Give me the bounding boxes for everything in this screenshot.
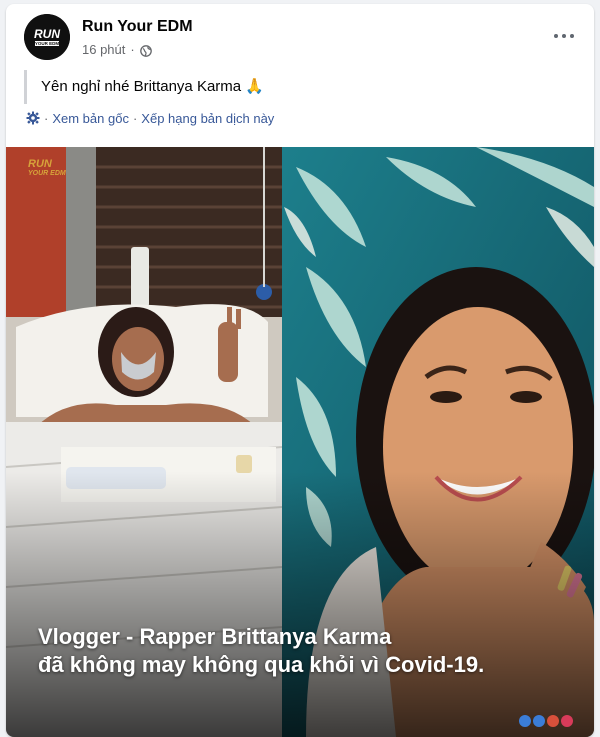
translate-gear-icon[interactable]: [26, 111, 40, 125]
rate-translation-link[interactable]: Xếp hạng bản dịch này: [141, 111, 274, 126]
post-image[interactable]: RUN YOUR EDM Vlogger - Rapper Brittanya …: [6, 147, 594, 737]
image-caption: Vlogger - Rapper Brittanya Karma đã khôn…: [38, 623, 578, 679]
image-watermark: RUN YOUR EDM: [28, 159, 66, 179]
translation-separator-a: ·: [44, 110, 49, 126]
more-options-icon[interactable]: [546, 22, 582, 50]
translation-bar: · Xem bản gốc · Xếp hạng bản dịch này: [26, 108, 274, 128]
meta-separator: ·: [130, 42, 135, 57]
translation-separator-b: ·: [132, 110, 138, 126]
post-meta: 16 phút ·: [82, 42, 152, 57]
globe-icon[interactable]: [139, 44, 152, 57]
caption-line-1: Vlogger - Rapper Brittanya Karma: [38, 624, 392, 649]
post-text: Yên nghỉ nhé Brittanya Karma 🙏: [24, 70, 564, 104]
avatar-logo-text: RUN: [34, 27, 60, 41]
page-logo: RUN YOUR EDM: [24, 14, 70, 60]
avatar-logo-sub: YOUR EDM: [35, 41, 60, 46]
page-name[interactable]: Run Your EDM: [82, 18, 193, 36]
caption-line-2: đã không may không qua khỏi vì Covid-19.: [38, 652, 485, 677]
post-card: RUN YOUR EDM Run Your EDM 16 phút · Yên …: [6, 4, 594, 737]
post-time[interactable]: 16 phút: [82, 42, 125, 57]
see-original-link[interactable]: Xem bản gốc: [52, 111, 129, 126]
post-header: RUN YOUR EDM Run Your EDM 16 phút ·: [6, 4, 594, 64]
page-avatar[interactable]: RUN YOUR EDM: [24, 14, 70, 60]
watermark-sub: YOUR EDM: [28, 170, 66, 177]
